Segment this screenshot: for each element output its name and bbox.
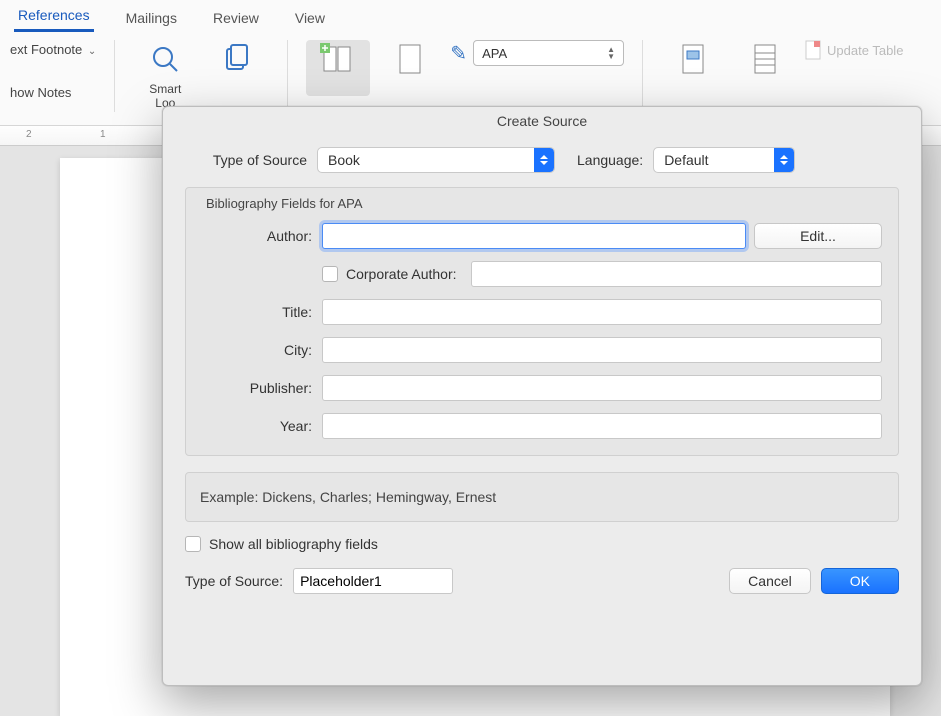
city-label: City: [202,342,312,358]
citation-icon [391,40,429,78]
smart-lookup-button[interactable]: Smart Loo [133,40,197,110]
title-label: Title: [202,304,312,320]
show-notes-button[interactable]: how Notes [10,83,71,102]
author-input[interactable] [322,223,746,249]
language-select[interactable]: Default [653,147,795,173]
tab-view[interactable]: View [291,6,329,32]
type-of-source-select[interactable]: Book [317,147,555,173]
separator [642,40,643,112]
cancel-button[interactable]: Cancel [729,568,811,594]
insert-citation-icon [319,40,357,78]
chevron-down-icon: ⌄ [88,46,96,57]
type-of-source-label: Type of Source [185,152,307,168]
corporate-author-input[interactable] [471,261,882,287]
year-label: Year: [202,418,312,434]
year-input[interactable] [322,413,882,439]
search-icon [146,40,184,78]
tagname-input[interactable] [293,568,453,594]
separator [287,40,288,112]
publisher-label: Publisher: [202,380,312,396]
separator [114,40,115,112]
select-caret-icon [774,148,794,172]
citation-style-select[interactable]: APA ▲▼ [473,40,624,66]
insert-table-button[interactable]: Insert Table [733,40,797,96]
ribbon-tabs: References Mailings Review View [0,0,941,32]
show-all-fields-label: Show all bibliography fields [209,536,378,552]
next-footnote-menu[interactable]: ext Footnote ⌄ [10,40,96,59]
page-icon [805,40,823,60]
corporate-author-label: Corporate Author: [346,266,457,282]
citations-button[interactable]: Citations [378,40,442,96]
stepper-icon: ▲▼ [607,46,615,60]
author-label: Author: [202,228,312,244]
example-box: Example: Dickens, Charles; Hemingway, Er… [185,472,899,522]
create-source-dialog: Create Source Type of Source Book Langua… [162,106,922,686]
tab-mailings[interactable]: Mailings [122,6,181,32]
edit-author-button[interactable]: Edit... [754,223,882,249]
table-icon [746,40,784,78]
select-caret-icon [534,148,554,172]
update-table-button[interactable]: Update Table [805,40,903,60]
insert-bibliography-button[interactable]: Insert [661,40,725,96]
show-all-fields-checkbox[interactable] [185,536,201,552]
bibliography-icon [674,40,712,78]
publisher-input[interactable] [322,375,882,401]
tab-references[interactable]: References [14,3,94,32]
corporate-author-checkbox[interactable] [322,266,338,282]
ok-button[interactable]: OK [821,568,899,594]
researcher-button[interactable]: Researcher [205,40,269,96]
tab-review[interactable]: Review [209,6,263,32]
city-input[interactable] [322,337,882,363]
books-icon [218,40,256,78]
language-label: Language: [577,152,643,168]
title-input[interactable] [322,299,882,325]
biblio-legend: Bibliography Fields for APA [206,196,882,211]
dialog-title: Create Source [163,107,921,137]
insert-citation-button[interactable]: Insert [306,40,370,96]
biblio-fieldset: Bibliography Fields for APA Author: Edit… [185,187,899,456]
tagname-label: Type of Source: [185,573,283,589]
pencil-icon: ✎ [450,41,467,66]
